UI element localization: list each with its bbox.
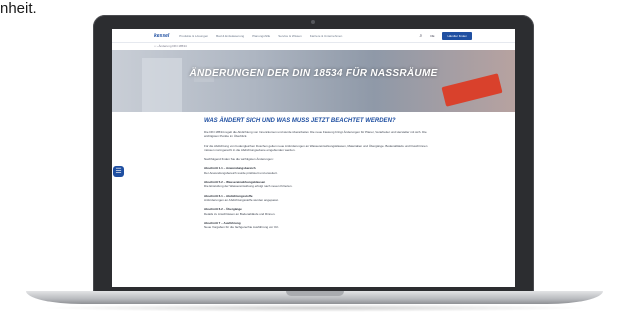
site-header: kessel Produkte & Lösungen Bad & Entwäss… (112, 29, 515, 43)
section-title: WAS ÄNDERT SICH UND WAS MUSS JETZT BEACH… (204, 118, 396, 124)
main-nav: Produkte & Lösungen Bad & Entwässerung P… (179, 34, 342, 38)
item-text: Die Einstufung der Wassereinwirkung erfo… (204, 184, 293, 189)
item-text: Details zu Anschlüssen an Bodenabläufe u… (204, 211, 276, 216)
item-text: Anforderungen an Abdichtungsstoffe wurde… (204, 197, 279, 202)
intro-paragraph: Die DIN 18534 regelt die Abdichtung von … (204, 130, 427, 139)
laptop-base (26, 291, 603, 304)
nav-item[interactable]: Planungshilfe (252, 34, 270, 38)
header-actions: ⌕ DE Händler finden (420, 31, 472, 40)
intro-paragraph: Nachfolgend finden Sie die wichtigsten Ä… (204, 157, 274, 162)
laptop-lid: kessel Produkte & Lösungen Bad & Entwäss… (93, 15, 534, 292)
search-icon[interactable]: ⌕ (420, 33, 423, 39)
laptop-screen: kessel Produkte & Lösungen Bad & Entwäss… (112, 29, 515, 287)
language-switch[interactable]: DE (430, 34, 434, 38)
site-logo[interactable]: kessel (154, 33, 169, 39)
page-title: ÄNDERUNGEN DER DIN 18534 FÜR NASSRÄUME (189, 68, 438, 79)
nav-item[interactable]: Bad & Entwässerung (216, 34, 244, 38)
chat-icon[interactable]: ☰ (113, 166, 124, 177)
breadcrumb[interactable]: ⌂ › Änderung DIN 18534 (154, 43, 187, 49)
nav-item[interactable]: Service & Wissen (278, 34, 302, 38)
intro-paragraph: Für die Abdichtung von bodengleichen Dus… (204, 143, 428, 152)
hero-wall-tile (142, 58, 182, 112)
item-text: Neue Vorgaben für die fachgerechte Ausfü… (204, 225, 280, 230)
background-heading-fragment: nheit. (0, 0, 37, 17)
webcam (311, 20, 315, 24)
nav-item[interactable]: Produkte & Lösungen (179, 34, 208, 38)
laptop-shadow (40, 304, 589, 312)
hero-banner: ÄNDERUNGEN DER DIN 18534 FÜR NASSRÄUME (112, 50, 515, 112)
dealer-button[interactable]: Händler finden (442, 31, 472, 40)
nav-item[interactable]: Karriere & Unternehmen (310, 34, 343, 38)
item-text: Der Anwendungsbereich wurde präzisiert u… (204, 170, 278, 175)
article-content: WAS ÄNDERT SICH UND WAS MUSS JETZT BEACH… (204, 118, 434, 234)
laptop-notch (286, 291, 344, 296)
